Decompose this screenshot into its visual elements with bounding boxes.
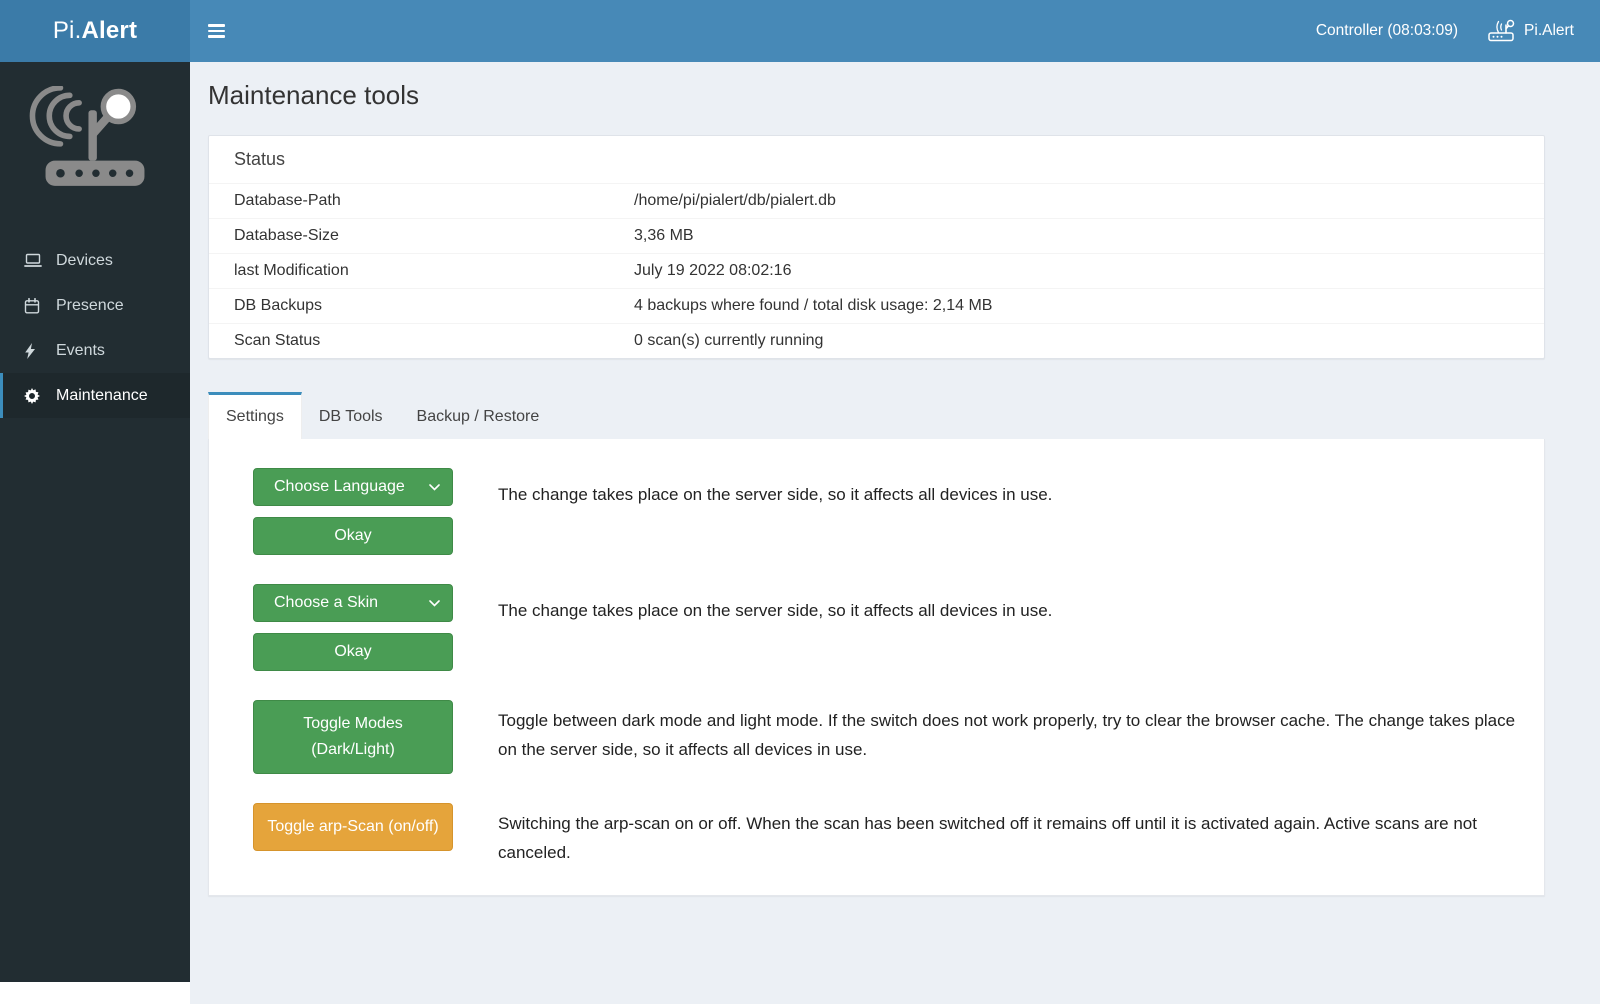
controller-link[interactable]: Controller (08:03:09) <box>1316 22 1458 40</box>
skin-okay-button[interactable]: Okay <box>253 633 453 671</box>
top-navbar: Controller (08:03:09) Pi.Alert <box>190 0 1600 62</box>
pialert-router-icon <box>25 86 165 198</box>
tab-db-tools[interactable]: DB Tools <box>302 392 400 439</box>
calendar-icon <box>24 298 46 314</box>
toggle-modes-description: Toggle between dark mode and light mode.… <box>498 700 1523 764</box>
status-row-value: 4 backups where found / total disk usage… <box>634 296 1519 316</box>
devices-icon <box>24 253 46 268</box>
status-card-title: Status <box>209 136 1544 183</box>
sidebar-item-label: Devices <box>56 252 113 270</box>
status-row: Database-Path /home/pi/pialert/db/pialer… <box>209 183 1544 218</box>
page-title: Maintenance tools <box>208 80 1545 111</box>
status-row-value: /home/pi/pialert/db/pialert.db <box>634 191 1519 211</box>
app-window: Pi.Alert Controller (08:03:09) <box>0 0 1600 1004</box>
app-brand-label: Pi.Alert <box>1524 22 1574 40</box>
toggle-modes-button[interactable]: Toggle Modes (Dark/Light) <box>253 700 453 774</box>
hamburger-menu-button[interactable] <box>190 0 242 62</box>
choose-language-label: Choose Language <box>274 478 405 496</box>
brand-text-pre: Pi. <box>53 17 82 44</box>
sidebar-item-events[interactable]: Events <box>0 328 190 373</box>
sidebar: Devices Presence <box>0 62 190 982</box>
tab-settings[interactable]: Settings <box>208 392 302 439</box>
gear-icon <box>24 388 46 404</box>
sidebar-menu: Devices Presence <box>0 238 190 418</box>
chevron-down-icon <box>429 600 440 607</box>
app-brand: Pi.Alert <box>1486 19 1574 43</box>
sidebar-item-devices[interactable]: Devices <box>0 238 190 283</box>
sidebar-item-maintenance[interactable]: Maintenance <box>0 373 190 418</box>
language-description: The change takes place on the server sid… <box>498 468 1523 509</box>
status-row-label: Database-Path <box>234 191 634 211</box>
toggle-arpscan-setting-row: Toggle arp-Scan (on/off) Switching the a… <box>253 803 1523 867</box>
status-row-label: last Modification <box>234 261 634 281</box>
sidebar-item-label: Presence <box>56 297 124 315</box>
status-row-label: Scan Status <box>234 331 634 351</box>
toggle-arpscan-description: Switching the arp-scan on or off. When t… <box>498 803 1523 867</box>
settings-panel: Choose Language Okay The change takes pl… <box>208 439 1545 896</box>
status-row-value: July 19 2022 08:02:16 <box>634 261 1519 281</box>
brand-logo[interactable]: Pi.Alert <box>0 0 190 62</box>
status-row-value: 0 scan(s) currently running <box>634 331 1519 351</box>
status-card: Status Database-Path /home/pi/pialert/db… <box>208 135 1545 359</box>
choose-skin-label: Choose a Skin <box>274 594 378 612</box>
chevron-down-icon <box>429 484 440 491</box>
sidebar-item-label: Events <box>56 342 105 360</box>
language-okay-button[interactable]: Okay <box>253 517 453 555</box>
status-row-label: DB Backups <box>234 296 634 316</box>
status-row: Database-Size 3,36 MB <box>209 218 1544 253</box>
status-row: Scan Status 0 scan(s) currently running <box>209 323 1544 358</box>
status-row-value: 3,36 MB <box>634 226 1519 246</box>
toggle-arpscan-button[interactable]: Toggle arp-Scan (on/off) <box>253 803 453 851</box>
navbar-right: Controller (08:03:09) Pi.Alert <box>1316 19 1600 43</box>
brand-text: Pi.Alert <box>53 17 137 45</box>
sidebar-item-presence[interactable]: Presence <box>0 283 190 328</box>
status-row: DB Backups 4 backups where found / total… <box>209 288 1544 323</box>
tab-bar: Settings DB Tools Backup / Restore <box>208 392 1545 439</box>
pialert-logo <box>0 62 190 212</box>
sidebar-column: Devices Presence <box>0 62 190 1004</box>
language-setting-row: Choose Language Okay The change takes pl… <box>253 468 1523 555</box>
tab-backup-restore[interactable]: Backup / Restore <box>400 392 557 439</box>
brand-text-bold: Alert <box>81 17 137 44</box>
choose-skin-select[interactable]: Choose a Skin <box>253 584 453 622</box>
status-row-label: Database-Size <box>234 226 634 246</box>
status-row: last Modification July 19 2022 08:02:16 <box>209 253 1544 288</box>
router-icon <box>1486 19 1516 43</box>
skin-setting-row: Choose a Skin Okay The change takes plac… <box>253 584 1523 671</box>
skin-description: The change takes place on the server sid… <box>498 584 1523 625</box>
toggle-modes-setting-row: Toggle Modes (Dark/Light) Toggle between… <box>253 700 1523 774</box>
bolt-icon <box>24 343 46 359</box>
sidebar-item-label: Maintenance <box>56 387 148 405</box>
main-content: Maintenance tools Status Database-Path /… <box>190 62 1600 1004</box>
choose-language-select[interactable]: Choose Language <box>253 468 453 506</box>
